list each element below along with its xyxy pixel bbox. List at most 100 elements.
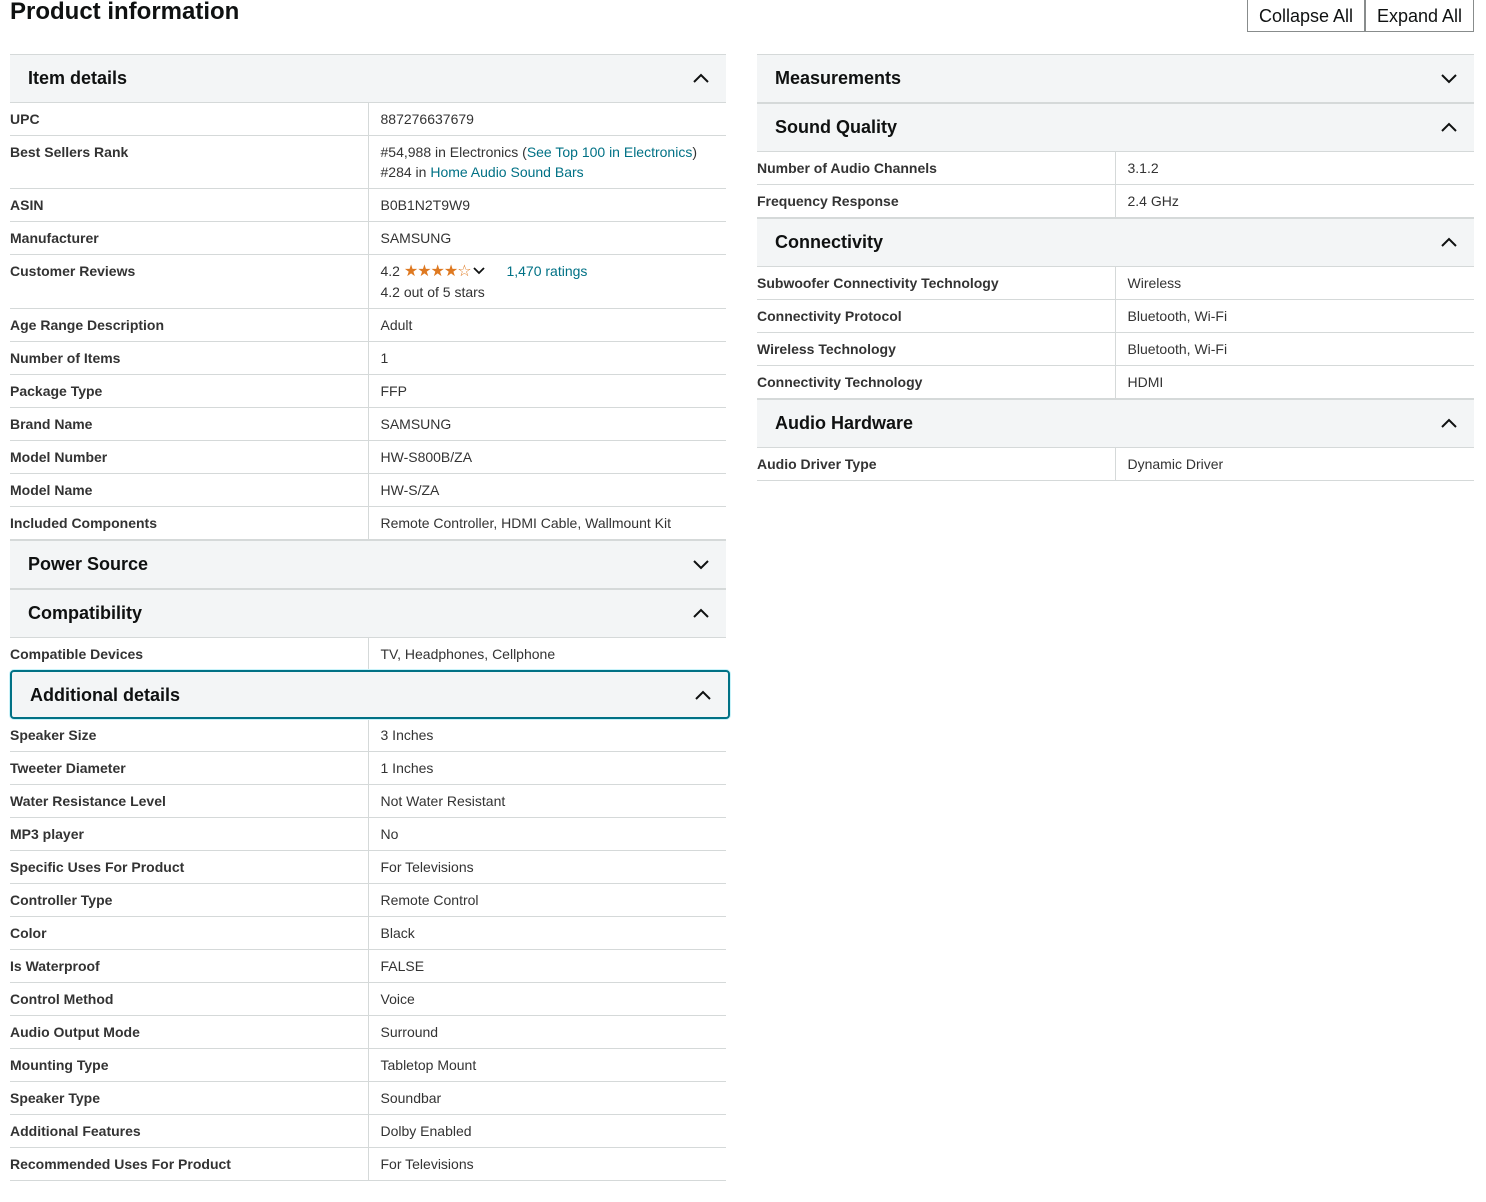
row-key: Age Range Description [10, 308, 369, 342]
row-value: HDMI [1127, 374, 1164, 390]
collapse-all-button[interactable]: Collapse All [1247, 0, 1365, 32]
category-link[interactable]: Home Audio Sound Bars [430, 164, 583, 180]
row-key: Control Method [10, 982, 369, 1016]
row-key: Number of Items [10, 341, 369, 375]
row-value: Bluetooth, Wi-Fi [1127, 341, 1228, 357]
table-row: Audio Driver Type Dynamic Driver [757, 448, 1474, 481]
row-value: Dynamic Driver [1127, 456, 1224, 472]
table-row: Frequency Response 2.4 GHz [757, 184, 1474, 218]
row-value: Dolby Enabled [380, 1123, 472, 1139]
chevron-up-icon [693, 73, 709, 83]
row-key: Speaker Type [10, 1081, 369, 1115]
item-details-table: UPC 887276637679 Best Sellers Rank #54,98… [10, 103, 726, 540]
table-row: Connectivity Technology HDMI [757, 365, 1474, 399]
row-key: Connectivity Protocol [757, 299, 1116, 333]
row-key: Number of Audio Channels [757, 152, 1116, 185]
row-value: Remote Controller, HDMI Cable, Wallmount… [380, 515, 671, 531]
table-row: ASIN B0B1N2T9W9 [10, 188, 726, 222]
table-row: UPC 887276637679 [10, 103, 726, 136]
table-row: Color Black [10, 916, 726, 950]
row-key: Mounting Type [10, 1048, 369, 1082]
row-value: SAMSUNG [380, 416, 452, 432]
row-key: ASIN [10, 188, 369, 222]
table-row: Wireless Technology Bluetooth, Wi-Fi [757, 332, 1474, 366]
table-row: Mounting Type Tabletop Mount [10, 1048, 726, 1082]
see-top-100-link[interactable]: See Top 100 in Electronics [527, 144, 693, 160]
row-key: Additional Features [10, 1114, 369, 1148]
chevron-down-icon [1441, 74, 1457, 84]
row-key: Controller Type [10, 883, 369, 917]
table-row: Controller Type Remote Control [10, 883, 726, 917]
table-row: Subwoofer Connectivity Technology Wireles… [757, 267, 1474, 300]
chevron-up-icon [1441, 418, 1457, 428]
row-key: Audio Driver Type [757, 448, 1116, 481]
row-value: FFP [380, 383, 407, 399]
row-key: Wireless Technology [757, 332, 1116, 366]
row-key: Connectivity Technology [757, 365, 1116, 399]
row-key: Frequency Response [757, 184, 1116, 218]
additional-details-table: Speaker Size 3 Inches Tweeter Diameter 1 In… [10, 719, 726, 1181]
row-value: 4.2 ★★★★☆ 1,470 ratings 4.2 out of 5 sta… [368, 255, 726, 309]
section-header-sound-quality[interactable]: Sound Quality [757, 103, 1474, 152]
section-header-power-source[interactable]: Power Source [10, 540, 726, 589]
section-header-compatibility[interactable]: Compatibility [10, 589, 726, 638]
rank-text: #54,988 in Electronics ( [380, 144, 527, 160]
table-row: Best Sellers Rank #54,988 in Electronics… [10, 135, 726, 189]
row-value: 1 [380, 350, 389, 366]
row-key: Subwoofer Connectivity Technology [757, 267, 1116, 300]
ratings-link[interactable]: 1,470 ratings [506, 263, 587, 279]
table-row: Number of Items 1 [10, 341, 726, 375]
section-title: Item details [28, 68, 128, 88]
table-row: Speaker Size 3 Inches [10, 719, 726, 752]
row-key: Package Type [10, 374, 369, 408]
row-value: Tabletop Mount [380, 1057, 477, 1073]
row-value: Adult [380, 317, 413, 333]
table-row: Water Resistance Level Not Water Resistan… [10, 784, 726, 818]
row-key: Recommended Uses For Product [10, 1147, 369, 1181]
table-row: Model Number HW-S800B/ZA [10, 440, 726, 474]
row-value: 3.1.2 [1127, 160, 1159, 176]
rank-text: ) [692, 144, 697, 160]
table-row: MP3 player No [10, 817, 726, 851]
row-key: MP3 player [10, 817, 369, 851]
connectivity-table: Subwoofer Connectivity Technology Wireles… [757, 267, 1474, 399]
section-header-item-details[interactable]: Item details [10, 54, 726, 103]
row-key: Tweeter Diameter [10, 751, 369, 785]
section-header-additional-details[interactable]: Additional details [10, 670, 730, 719]
chevron-up-icon [1441, 122, 1457, 132]
table-row: Compatible Devices TV, Headphones, Cellph… [10, 638, 726, 670]
table-row: Additional Features Dolby Enabled [10, 1114, 726, 1148]
row-key: Compatible Devices [10, 638, 369, 670]
row-key: Speaker Size [10, 719, 369, 752]
row-key: Included Components [10, 506, 369, 540]
table-row: Model Name HW-S/ZA [10, 473, 726, 507]
row-value: Bluetooth, Wi-Fi [1127, 308, 1228, 324]
row-value: Not Water Resistant [380, 793, 506, 809]
row-value: Remote Control [380, 892, 479, 908]
row-value: For Televisions [380, 1156, 474, 1172]
table-row: Connectivity Protocol Bluetooth, Wi-Fi [757, 299, 1474, 333]
page-title: Product information [10, 0, 240, 25]
star-rating-icon[interactable]: ★★★★☆ [404, 263, 472, 280]
row-value: SAMSUNG [380, 230, 452, 246]
row-value: B0B1N2T9W9 [380, 197, 470, 213]
row-key: Manufacturer [10, 221, 369, 255]
row-value: No [380, 826, 399, 842]
row-value: For Televisions [380, 859, 474, 875]
row-value: HW-S/ZA [380, 482, 440, 498]
row-key: Specific Uses For Product [10, 850, 369, 884]
table-row: Control Method Voice [10, 982, 726, 1016]
section-title: Power Source [28, 554, 149, 574]
section-header-audio-hardware[interactable]: Audio Hardware [757, 399, 1474, 448]
chevron-down-icon [693, 560, 709, 570]
row-value: #54,988 in Electronics (See Top 100 in E… [368, 136, 726, 189]
row-value: 3 Inches [380, 727, 434, 743]
row-key: Model Number [10, 440, 369, 474]
section-header-connectivity[interactable]: Connectivity [757, 218, 1474, 267]
section-header-measurements[interactable]: Measurements [757, 54, 1474, 103]
row-value: 2.4 GHz [1127, 193, 1179, 209]
chevron-down-icon[interactable] [472, 266, 485, 276]
expand-all-button[interactable]: Expand All [1365, 0, 1474, 32]
left-column: Item details UPC 887276637679 Best Seller… [10, 54, 730, 1181]
chevron-up-icon [1441, 237, 1457, 247]
